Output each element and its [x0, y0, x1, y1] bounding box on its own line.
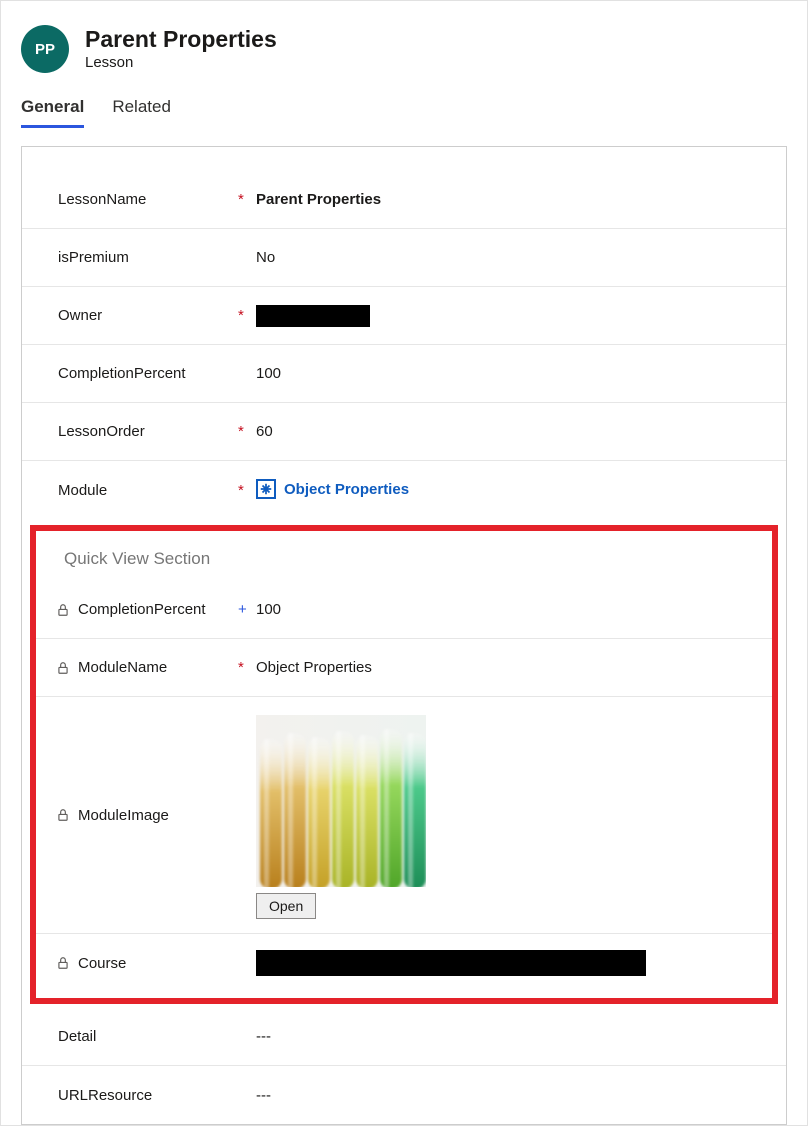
- field-lesson-order[interactable]: LessonOrder * 60: [22, 403, 786, 461]
- lookup-icon: [256, 479, 276, 499]
- field-label: Detail: [58, 1028, 238, 1045]
- field-value: Object Properties: [256, 659, 762, 676]
- required-indicator: *: [238, 191, 256, 208]
- field-value: No: [256, 249, 768, 266]
- field-value: ---: [256, 1028, 768, 1045]
- field-lesson-name[interactable]: LessonName * Parent Properties: [22, 171, 786, 229]
- tab-general[interactable]: General: [21, 97, 84, 128]
- field-module[interactable]: Module * Object Properties: [22, 461, 786, 519]
- field-value: Parent Properties: [256, 191, 768, 208]
- field-value-link[interactable]: Object Properties: [256, 480, 768, 500]
- required-indicator: *: [238, 423, 256, 440]
- qv-field-module-image: ModuleImage: [36, 697, 772, 934]
- lock-icon: [56, 956, 78, 970]
- qv-field-completion-percent: CompletionPercent + 100: [36, 581, 772, 639]
- field-label: CompletionPercent: [78, 601, 238, 618]
- tab-related[interactable]: Related: [112, 97, 171, 128]
- avatar: PP: [21, 25, 69, 73]
- required-indicator: *: [238, 659, 256, 676]
- lock-icon: [56, 661, 78, 675]
- field-label: ModuleName: [78, 659, 238, 676]
- field-label: URLResource: [58, 1087, 238, 1104]
- form-panel: LessonName * Parent Properties isPremium…: [21, 146, 787, 1125]
- section-title: Quick View Section: [36, 535, 772, 581]
- page-subtitle: Lesson: [85, 54, 277, 71]
- lock-icon: [56, 603, 78, 617]
- field-label: LessonOrder: [58, 423, 238, 440]
- field-label: Module: [58, 482, 238, 499]
- tabs: General Related: [1, 83, 807, 128]
- field-value: 60: [256, 423, 768, 440]
- field-value: ---: [256, 1087, 768, 1104]
- redacted-block: [256, 950, 646, 976]
- module-image: [256, 715, 426, 887]
- field-label: CompletionPercent: [58, 365, 238, 382]
- field-value: [256, 950, 762, 976]
- field-label: Owner: [58, 307, 238, 324]
- qv-field-course: Course: [36, 934, 772, 992]
- page-title: Parent Properties: [85, 27, 277, 52]
- field-label: isPremium: [58, 249, 238, 266]
- lock-icon: [56, 808, 78, 822]
- field-value: 100: [256, 601, 762, 618]
- required-indicator: *: [238, 482, 256, 499]
- field-is-premium[interactable]: isPremium No: [22, 229, 786, 287]
- open-image-button[interactable]: Open: [256, 893, 316, 919]
- quick-view-section: Quick View Section CompletionPercent + 1…: [30, 525, 778, 1004]
- field-detail[interactable]: Detail ---: [22, 1008, 786, 1066]
- field-owner[interactable]: Owner *: [22, 287, 786, 345]
- field-url-resource[interactable]: URLResource ---: [22, 1066, 786, 1124]
- page-header: PP Parent Properties Lesson: [1, 1, 807, 83]
- field-label: LessonName: [58, 191, 238, 208]
- field-label: Course: [78, 955, 238, 972]
- field-value: 100: [256, 365, 768, 382]
- field-value: [256, 305, 768, 327]
- recommended-indicator: +: [238, 601, 256, 618]
- required-indicator: *: [238, 307, 256, 324]
- redacted-block: [256, 305, 370, 327]
- field-completion-percent[interactable]: CompletionPercent 100: [22, 345, 786, 403]
- avatar-initials: PP: [35, 41, 55, 58]
- qv-field-module-name: ModuleName * Object Properties: [36, 639, 772, 697]
- field-label: ModuleImage: [78, 807, 238, 824]
